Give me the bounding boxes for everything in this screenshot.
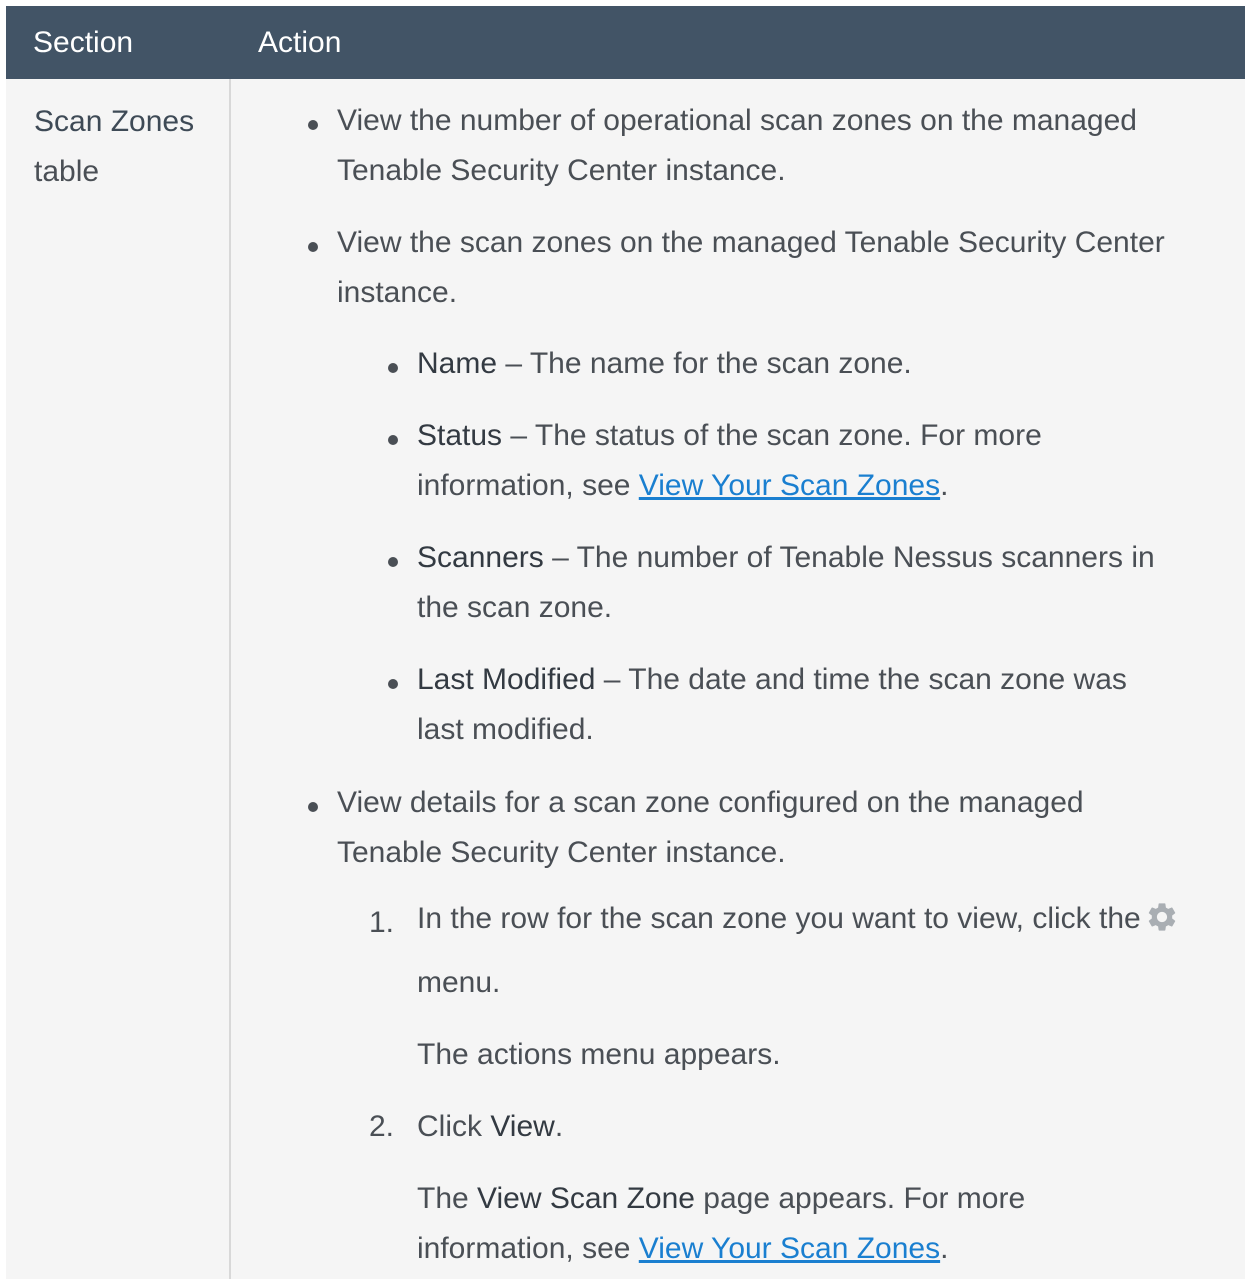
- field-status-line2: information, see View Your Scan Zones.: [417, 461, 948, 511]
- field-label: Status: [417, 419, 503, 452]
- step2-bold: View: [490, 1110, 555, 1143]
- section-name: Scan Zones: [34, 105, 195, 138]
- result-bold: View Scan Zone: [477, 1182, 695, 1215]
- view-count-line1: View the number of operational scan zone…: [337, 104, 1137, 137]
- view-zones-line2: instance.: [337, 276, 458, 309]
- field-last-modified-line2: last modified.: [417, 713, 594, 746]
- field-status: Status – The status of the scan zone. Fo…: [417, 411, 1042, 461]
- gear-icon[interactable]: [1145, 900, 1179, 950]
- result-suffix: page appears. For more: [694, 1182, 1026, 1215]
- sub-bullet-dot: [388, 435, 398, 445]
- step1-result: The actions menu appears.: [417, 1038, 781, 1071]
- step-number: 2.: [369, 1110, 395, 1143]
- field-label: Scanners: [417, 541, 544, 574]
- link-prefix: information, see: [417, 1232, 639, 1265]
- step1-line2: menu.: [417, 966, 501, 999]
- field-last-modified: Last Modified – The date and time the sc…: [417, 655, 1127, 705]
- view-your-scan-zones-link-2[interactable]: View Your Scan Zones: [639, 1232, 940, 1265]
- bullet-dot: [308, 242, 318, 252]
- section-action-table: Section Action Scan Zones table View the…: [6, 6, 1245, 1279]
- result-prefix: The: [417, 1182, 478, 1215]
- field-desc: – The number of Tenable Nessus scanners …: [543, 541, 1155, 574]
- header-section: Section: [33, 25, 134, 59]
- link-suffix: .: [940, 469, 949, 502]
- step2-result-line2: information, see View Your Scan Zones.: [417, 1224, 948, 1274]
- field-desc: – The date and time the scan zone was: [595, 663, 1127, 696]
- step2-prefix: Click: [417, 1110, 491, 1143]
- field-scanners: Scanners – The number of Tenable Nessus …: [417, 533, 1155, 583]
- sub-bullet-dot: [388, 679, 398, 689]
- view-your-scan-zones-link[interactable]: View Your Scan Zones: [639, 469, 940, 502]
- sub-bullet-dot: [388, 557, 398, 567]
- link-suffix: .: [940, 1232, 949, 1265]
- field-desc: – The name for the scan zone.: [497, 347, 912, 380]
- bullet-dot: [308, 120, 318, 130]
- bullet-dot: [308, 802, 318, 812]
- field-name: Name – The name for the scan zone.: [417, 339, 912, 389]
- step1-line1: In the row for the scan zone you want to…: [417, 894, 1179, 950]
- step2-suffix: .: [554, 1110, 564, 1143]
- header-action: Action: [258, 25, 342, 59]
- table-row: Scan Zones table View the number of oper…: [6, 79, 1245, 1279]
- field-scanners-line2: the scan zone.: [417, 591, 613, 624]
- section-cell: Scan Zones table: [6, 79, 231, 1279]
- step2-line1: Click View.: [417, 1102, 563, 1152]
- field-label: Last Modified: [417, 663, 596, 696]
- field-label: Name: [417, 347, 498, 380]
- view-zones-line1: View the scan zones on the managed Tenab…: [337, 226, 1165, 259]
- action-cell: View the number of operational scan zone…: [231, 79, 1245, 1279]
- table-header: Section Action: [6, 6, 1245, 79]
- section-suffix: table: [34, 155, 100, 188]
- field-desc: – The status of the scan zone. For more: [502, 419, 1042, 452]
- step-number: 1.: [369, 906, 395, 939]
- view-details-line1: View details for a scan zone configured …: [337, 786, 1084, 819]
- link-prefix: information, see: [417, 469, 639, 502]
- step1-text: In the row for the scan zone you want to…: [417, 902, 1141, 935]
- step2-result: The View Scan Zone page appears. For mor…: [417, 1174, 1025, 1224]
- view-details-line2: Tenable Security Center instance.: [337, 836, 786, 869]
- view-count-line2: Tenable Security Center instance.: [337, 154, 786, 187]
- sub-bullet-dot: [388, 363, 398, 373]
